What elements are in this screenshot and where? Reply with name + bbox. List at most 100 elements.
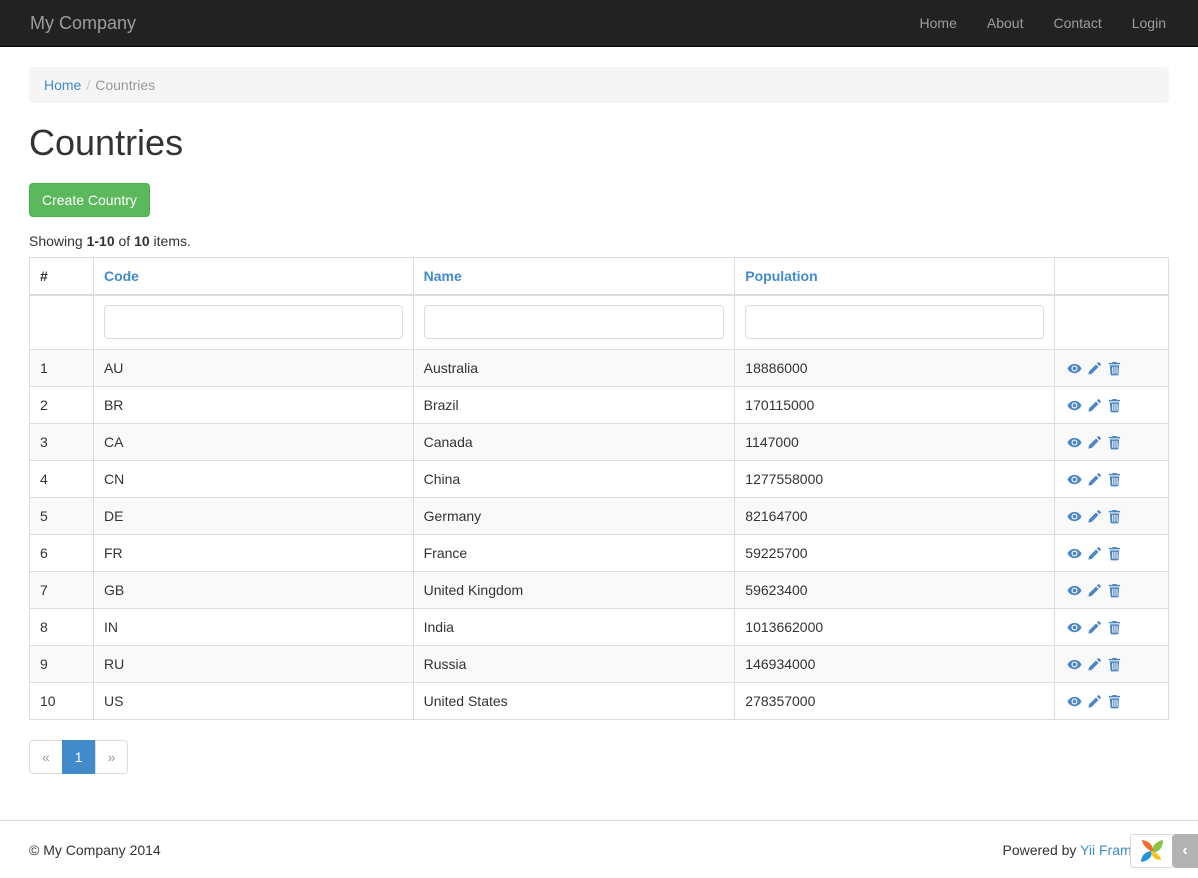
view-icon[interactable]: [1067, 472, 1082, 487]
cell-name: China: [413, 460, 735, 497]
update-icon[interactable]: [1087, 472, 1102, 487]
create-country-button[interactable]: Create Country: [29, 183, 150, 217]
grid-head: # Code Name Population: [30, 257, 1169, 349]
delete-icon[interactable]: [1107, 694, 1122, 709]
view-icon[interactable]: [1067, 620, 1082, 635]
cell-population: 18886000: [735, 349, 1055, 386]
cell-actions: [1055, 645, 1169, 682]
grid-header-row: # Code Name Population: [30, 257, 1169, 295]
delete-icon[interactable]: [1107, 398, 1122, 413]
table-row: 6FRFrance59225700: [30, 534, 1169, 571]
table-row: 8INIndia1013662000: [30, 608, 1169, 645]
delete-icon[interactable]: [1107, 472, 1122, 487]
sort-link-population[interactable]: Population: [745, 268, 817, 284]
cell-name: Australia: [413, 349, 735, 386]
breadcrumb-link-home[interactable]: Home: [44, 77, 81, 93]
view-icon[interactable]: [1067, 657, 1082, 672]
nav-item-home[interactable]: Home: [905, 0, 972, 47]
delete-icon[interactable]: [1107, 657, 1122, 672]
update-icon[interactable]: [1087, 583, 1102, 598]
pagination-first-link[interactable]: «: [29, 740, 62, 774]
nav-item-login[interactable]: Login: [1117, 0, 1181, 47]
pagination-last-link[interactable]: »: [95, 740, 129, 774]
update-icon[interactable]: [1087, 657, 1102, 672]
footer: © My Company 2014 Powered by Yii Framewo…: [0, 820, 1198, 878]
navbar-menu: Home About Contact Login: [905, 0, 1181, 47]
cell-code: IN: [93, 608, 413, 645]
sort-link-code[interactable]: Code: [104, 268, 139, 284]
cell-population: 1147000: [735, 423, 1055, 460]
cell-population: 1277558000: [735, 460, 1055, 497]
delete-icon[interactable]: [1107, 620, 1122, 635]
cell-code: US: [93, 682, 413, 719]
update-icon[interactable]: [1087, 361, 1102, 376]
filter-input-name[interactable]: [424, 305, 725, 339]
cell-actions: [1055, 608, 1169, 645]
summary-prefix: Showing: [29, 233, 87, 249]
cell-code: DE: [93, 497, 413, 534]
pagination-last[interactable]: »: [95, 740, 129, 774]
view-icon[interactable]: [1067, 398, 1082, 413]
cell-code: CN: [93, 460, 413, 497]
filter-input-population[interactable]: [745, 305, 1044, 339]
nav-item-contact[interactable]: Contact: [1038, 0, 1116, 47]
nav-link-home[interactable]: Home: [905, 0, 972, 47]
main-content: Home / Countries Countries Create Countr…: [14, 47, 1184, 774]
filter-cell-num: [30, 295, 94, 349]
delete-icon[interactable]: [1107, 546, 1122, 561]
cell-actions: [1055, 571, 1169, 608]
powered-prefix: Powered by: [1002, 842, 1080, 858]
update-icon[interactable]: [1087, 435, 1102, 450]
breadcrumb: Home / Countries: [29, 67, 1169, 103]
pagination-list: « 1 »: [29, 740, 128, 774]
cell-code: GB: [93, 571, 413, 608]
cell-name: India: [413, 608, 735, 645]
cell-code: AU: [93, 349, 413, 386]
cell-num: 10: [30, 682, 94, 719]
summary-middle: of: [115, 233, 134, 249]
cell-actions: [1055, 386, 1169, 423]
table-row: 7GBUnited Kingdom59623400: [30, 571, 1169, 608]
nav-link-login[interactable]: Login: [1117, 0, 1181, 47]
cell-name: Canada: [413, 423, 735, 460]
cell-actions: [1055, 460, 1169, 497]
summary-suffix: items.: [150, 233, 191, 249]
breadcrumb-item-home[interactable]: Home: [44, 75, 81, 95]
delete-icon[interactable]: [1107, 361, 1122, 376]
cell-num: 1: [30, 349, 94, 386]
sort-link-name[interactable]: Name: [424, 268, 462, 284]
view-icon[interactable]: [1067, 546, 1082, 561]
update-icon[interactable]: [1087, 546, 1102, 561]
pagination-page-1[interactable]: 1: [62, 740, 95, 774]
nav-link-about[interactable]: About: [972, 0, 1039, 47]
table-row: 4CNChina1277558000: [30, 460, 1169, 497]
cell-actions: [1055, 497, 1169, 534]
debug-toolbar-toggle[interactable]: ‹: [1172, 834, 1198, 868]
cell-name: Germany: [413, 497, 735, 534]
view-icon[interactable]: [1067, 361, 1082, 376]
nav-item-about[interactable]: About: [972, 0, 1039, 47]
pagination: « 1 »: [29, 740, 1169, 774]
cell-population: 278357000: [735, 682, 1055, 719]
table-row: 9RURussia146934000: [30, 645, 1169, 682]
pagination-first[interactable]: «: [29, 740, 62, 774]
update-icon[interactable]: [1087, 694, 1102, 709]
delete-icon[interactable]: [1107, 583, 1122, 598]
delete-icon[interactable]: [1107, 435, 1122, 450]
delete-icon[interactable]: [1107, 509, 1122, 524]
update-icon[interactable]: [1087, 620, 1102, 635]
nav-link-contact[interactable]: Contact: [1038, 0, 1116, 47]
table-row: 3CACanada1147000: [30, 423, 1169, 460]
view-icon[interactable]: [1067, 694, 1082, 709]
filter-input-code[interactable]: [104, 305, 403, 339]
navbar-brand[interactable]: My Company: [15, 13, 151, 33]
update-icon[interactable]: [1087, 509, 1102, 524]
view-icon[interactable]: [1067, 435, 1082, 450]
cell-num: 8: [30, 608, 94, 645]
view-icon[interactable]: [1067, 583, 1082, 598]
update-icon[interactable]: [1087, 398, 1102, 413]
cell-code: BR: [93, 386, 413, 423]
pagination-page-1-link[interactable]: 1: [62, 740, 95, 774]
cell-name: Brazil: [413, 386, 735, 423]
view-icon[interactable]: [1067, 509, 1082, 524]
